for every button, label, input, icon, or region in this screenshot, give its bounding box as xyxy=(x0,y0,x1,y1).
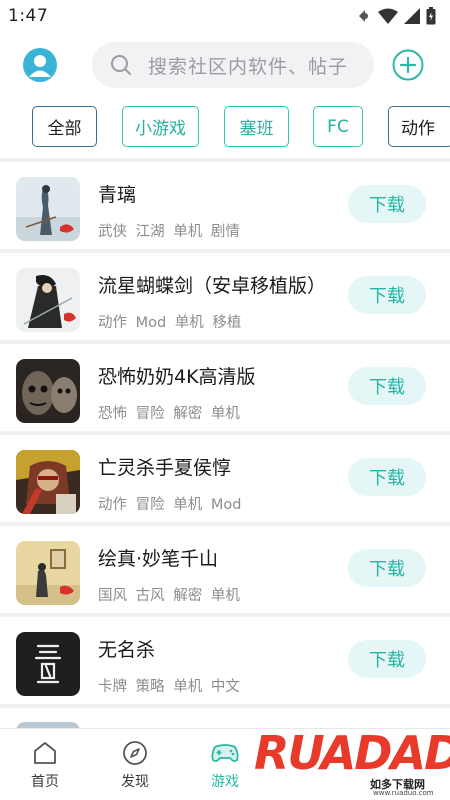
status-bar: 1:47 xyxy=(0,0,450,32)
download-button[interactable]: 下载 xyxy=(348,185,426,223)
game-title: 绘真·妙笔千山 xyxy=(98,548,219,570)
wifi-icon xyxy=(378,8,398,24)
download-button[interactable]: 下载 xyxy=(348,640,426,678)
chip-fc[interactable]: FC xyxy=(313,106,363,147)
list-item[interactable]: 绘真·妙笔千山 国风 古风 解密 单机 下载 xyxy=(0,526,450,613)
watermark-logo: RUADADO 如多下载网 www.ruaduo.com xyxy=(250,718,450,800)
app-screen: 1:47 搜索社区内软件、帖子 全部 小游戏 塞班 FC 动作 青璃 武侠 江湖… xyxy=(0,0,450,800)
list-item[interactable]: 无名杀 卡牌 策略 单机 中文 下载 xyxy=(0,617,450,704)
avatar[interactable] xyxy=(23,48,57,82)
tab-home-label: 首页 xyxy=(31,774,59,790)
compass-icon xyxy=(123,741,147,765)
home-icon xyxy=(34,742,56,764)
download-button[interactable]: 下载 xyxy=(348,458,426,496)
system-icons xyxy=(358,7,436,25)
game-thumbnail xyxy=(16,541,80,605)
game-tags: 卡牌 策略 单机 中文 xyxy=(98,679,240,695)
search-bar[interactable]: 搜索社区内软件、帖子 xyxy=(92,42,374,88)
watermark-logo-text: RUADADO xyxy=(254,726,450,780)
add-icon[interactable] xyxy=(392,49,424,81)
cellular-icon xyxy=(404,8,420,24)
download-button[interactable]: 下载 xyxy=(348,549,426,587)
search-icon xyxy=(111,55,131,75)
list-item[interactable]: 流星蝴蝶剑（安卓移植版） 动作 Mod 单机 移植 下载 xyxy=(0,253,450,340)
game-title: 青璃 xyxy=(98,184,137,206)
top-header: 搜索社区内软件、帖子 xyxy=(0,32,450,98)
game-title: 恐怖奶奶4K高清版 xyxy=(98,366,256,388)
category-chips: 全部 小游戏 塞班 FC 动作 xyxy=(0,98,450,158)
game-tags: 国风 古风 解密 单机 xyxy=(98,588,240,604)
game-thumbnail xyxy=(16,450,80,514)
tab-games-label: 游戏 xyxy=(211,774,239,790)
game-thumbnail xyxy=(16,632,80,696)
watermark-url: www.ruaduo.com xyxy=(373,789,434,797)
chip-minigame[interactable]: 小游戏 xyxy=(122,106,199,147)
tab-home[interactable]: 首页 xyxy=(0,729,90,800)
game-title: 亡灵杀手夏侯惇 xyxy=(98,457,232,479)
game-tags: 动作 Mod 单机 移植 xyxy=(98,315,242,331)
game-title: 无名杀 xyxy=(98,639,156,661)
list-item[interactable]: 恐怖奶奶4K高清版 恐怖 冒险 解密 单机 下载 xyxy=(0,344,450,431)
search-placeholder: 搜索社区内软件、帖子 xyxy=(148,55,349,78)
game-tags: 恐怖 冒险 解密 单机 xyxy=(98,406,240,422)
game-thumbnail xyxy=(16,268,80,332)
download-button[interactable]: 下载 xyxy=(348,276,426,314)
chip-symbian[interactable]: 塞班 xyxy=(224,106,289,147)
game-thumbnail xyxy=(16,177,80,241)
chip-all[interactable]: 全部 xyxy=(32,106,97,147)
status-time: 1:47 xyxy=(8,6,49,26)
tab-discover[interactable]: 发现 xyxy=(90,729,180,800)
battery-icon xyxy=(426,7,436,25)
download-button[interactable]: 下载 xyxy=(348,367,426,405)
tab-discover-label: 发现 xyxy=(121,774,149,790)
game-title: 流星蝴蝶剑（安卓移植版） xyxy=(98,275,327,297)
chip-action[interactable]: 动作 xyxy=(388,106,450,147)
signal-icon xyxy=(359,10,368,22)
list-item[interactable]: 亡灵杀手夏侯惇 动作 冒险 单机 Mod 下载 xyxy=(0,435,450,522)
game-tags: 武侠 江湖 单机 剧情 xyxy=(98,224,240,240)
list-item[interactable]: 青璃 武侠 江湖 单机 剧情 下载 xyxy=(0,162,450,249)
gamepad-icon xyxy=(211,744,239,763)
game-thumbnail xyxy=(16,359,80,423)
game-tags: 动作 冒险 单机 Mod xyxy=(98,497,242,513)
